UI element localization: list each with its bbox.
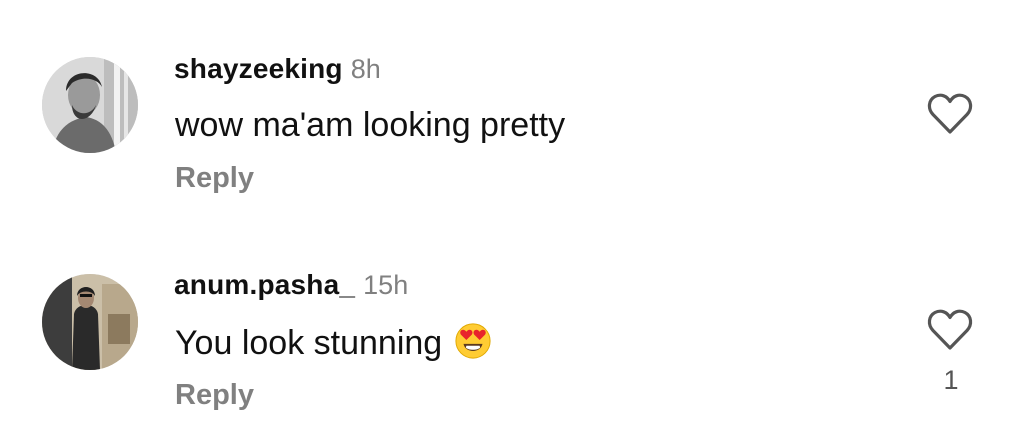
user-avatar-photo: [42, 57, 138, 153]
heart-eyes-emoji-icon: [455, 323, 491, 359]
avatar[interactable]: [42, 57, 138, 153]
comment-body: You look stunning: [175, 324, 443, 362]
comment-meta: anum.pasha_ 15h: [174, 269, 408, 301]
username[interactable]: anum.pasha_: [174, 269, 355, 300]
comment-meta: shayzeeking 8h: [174, 53, 381, 85]
comment-item: shayzeeking 8h wow ma'am looking pretty R…: [0, 0, 1024, 219]
comment-text: You look stunning: [175, 322, 492, 363]
reply-button[interactable]: Reply: [175, 379, 254, 412]
avatar[interactable]: [42, 274, 138, 370]
comment-item: anum.pasha_ 15h You look stunning Reply 1: [0, 219, 1024, 438]
like-button[interactable]: [926, 308, 974, 352]
heart-outline-icon: [927, 309, 973, 350]
like-button[interactable]: [926, 92, 974, 136]
comment-text: wow ma'am looking pretty: [175, 106, 565, 145]
like-count: 1: [943, 365, 959, 395]
user-avatar-photo: [42, 274, 138, 370]
timestamp: 15h: [363, 270, 409, 300]
comment-body: wow ma'am looking pretty: [175, 106, 566, 144]
timestamp: 8h: [350, 54, 381, 84]
username[interactable]: shayzeeking: [174, 53, 343, 84]
heart-outline-icon: [927, 93, 973, 134]
reply-button[interactable]: Reply: [175, 162, 254, 195]
